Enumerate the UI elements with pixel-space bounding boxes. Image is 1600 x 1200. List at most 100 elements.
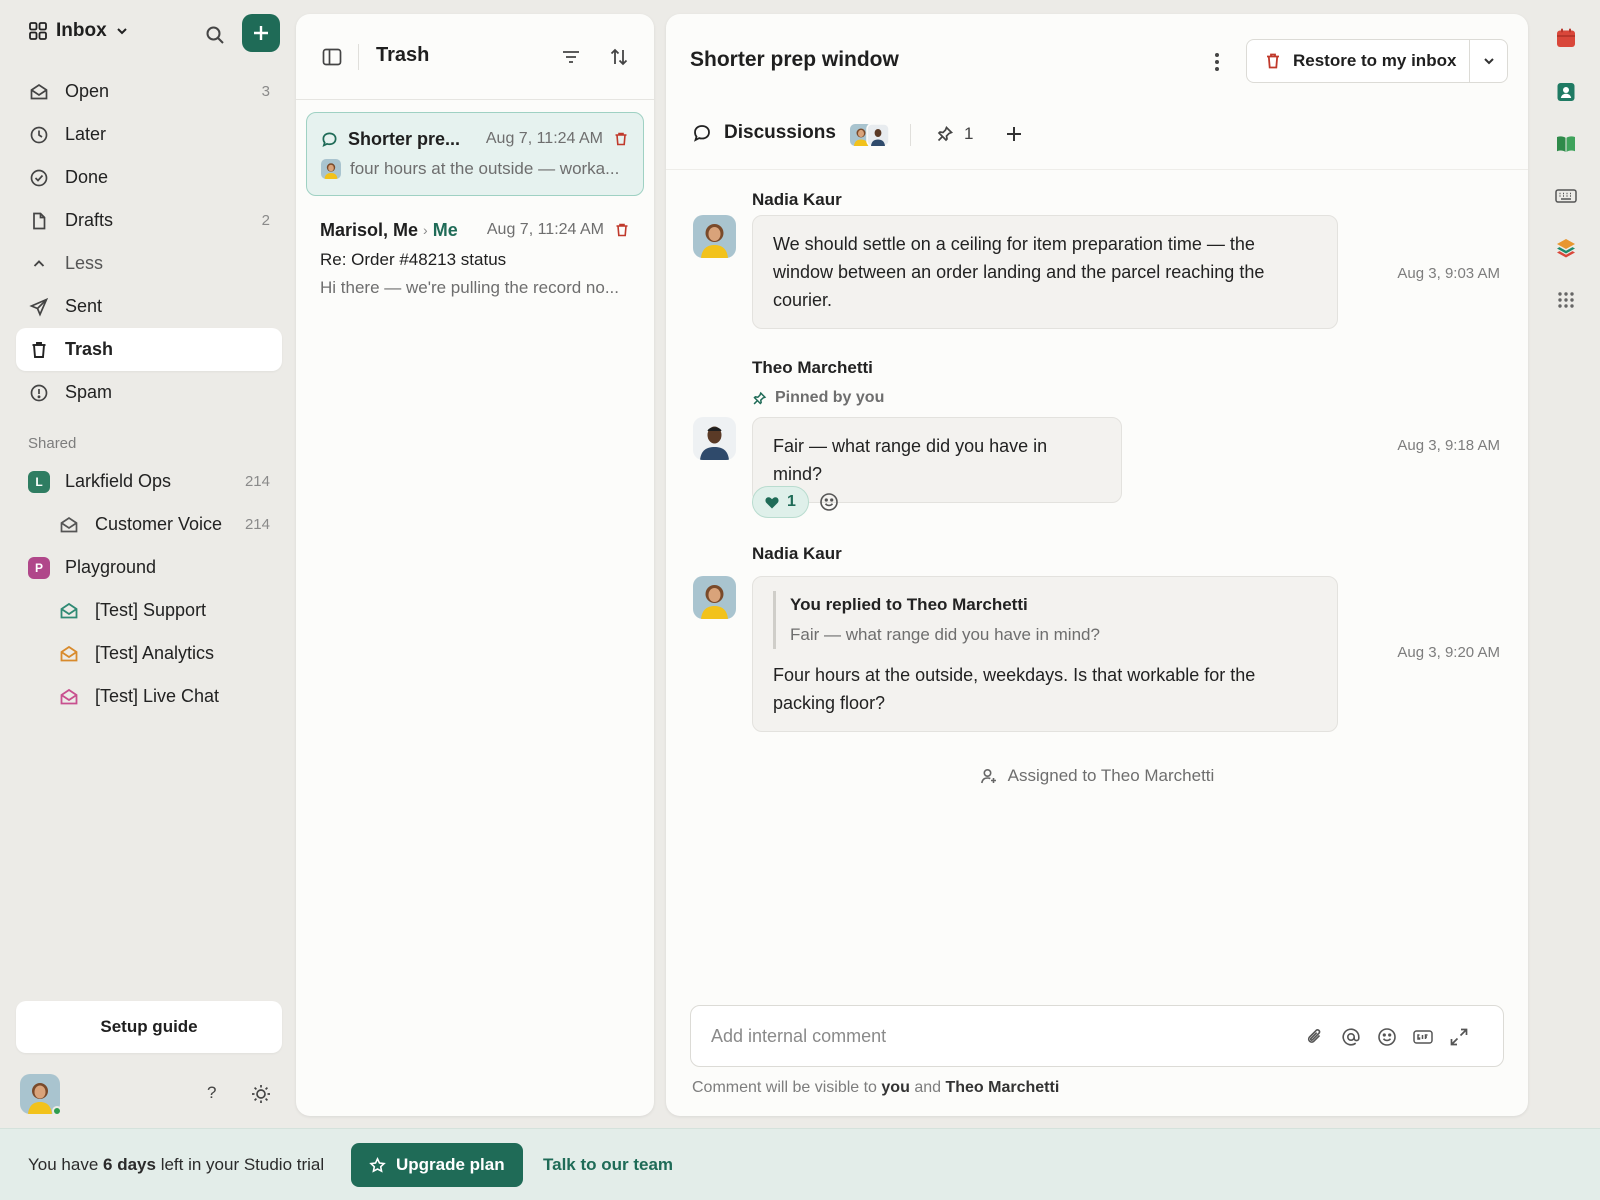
restore-button-group: Restore to my inbox: [1246, 39, 1508, 83]
apps-grid-icon[interactable]: [1554, 288, 1578, 312]
inbox-title: Inbox: [56, 20, 107, 41]
message-time: Aug 3, 9:20 AM: [1397, 644, 1500, 661]
expand-icon[interactable]: [1448, 1026, 1470, 1048]
divider: [358, 44, 359, 70]
participants-avatars[interactable]: [850, 124, 890, 146]
sort-icon[interactable]: [608, 46, 630, 68]
clock-icon: [28, 124, 50, 146]
divider: [910, 124, 911, 146]
nav-item-customer-voice[interactable]: Customer Voice 214: [16, 503, 282, 546]
chevron-down-icon: [115, 24, 129, 38]
nav-item-test-analytics[interactable]: [Test] Analytics: [16, 632, 282, 675]
heart-reaction[interactable]: 1: [752, 486, 809, 518]
pin-icon: [752, 391, 767, 406]
tab-discussions[interactable]: Discussions: [692, 122, 836, 144]
trial-banner: You have 6 days left in your Studio tria…: [0, 1128, 1600, 1200]
mention-icon[interactable]: [1340, 1026, 1362, 1048]
message-bubble: Fair — what range did you have in mind?: [752, 417, 1122, 503]
nav-item-sent[interactable]: Sent: [16, 285, 282, 328]
compose-button[interactable]: [242, 14, 280, 52]
nav-item-larkfield-ops[interactable]: L Larkfield Ops 214: [16, 460, 282, 503]
list-title: Trash: [376, 44, 430, 66]
send-icon: [28, 296, 50, 318]
more-options-icon[interactable]: [1206, 50, 1228, 74]
nav-item-done[interactable]: Done: [16, 156, 282, 199]
conversation-to: Me: [432, 219, 458, 240]
message-author: Nadia Kaur: [752, 190, 842, 209]
inbox-icon: [58, 686, 80, 708]
nav-item-trash[interactable]: Trash: [16, 328, 282, 371]
conversation-title: Shorter prep window: [690, 48, 899, 71]
nav-item-test-support[interactable]: [Test] Support: [16, 589, 282, 632]
chevron-down-icon[interactable]: [1469, 40, 1507, 82]
inbox-icon: [58, 600, 80, 622]
nav-item-open[interactable]: Open 3: [16, 70, 282, 113]
add-reaction-icon[interactable]: [818, 491, 840, 513]
avatar: [693, 576, 736, 619]
pinned-count-button[interactable]: 1: [936, 124, 973, 144]
emoji-icon[interactable]: [1376, 1026, 1398, 1048]
paperclip-icon[interactable]: [1304, 1026, 1326, 1048]
comment-composer[interactable]: Add internal comment: [690, 1005, 1504, 1067]
nav-item-drafts[interactable]: Drafts 2: [16, 199, 282, 242]
conversation-time: Aug 7, 11:24 AM: [486, 221, 604, 238]
upgrade-plan-button[interactable]: Upgrade plan: [351, 1143, 523, 1187]
trash-icon: [28, 339, 50, 361]
setup-guide-button[interactable]: Setup guide: [16, 1001, 282, 1053]
calendar-icon[interactable]: [1554, 26, 1578, 50]
restore-button[interactable]: Restore to my inbox: [1247, 40, 1469, 82]
chevron-up-icon: [28, 253, 50, 275]
conversation-item[interactable]: Marisol, Me › Me Aug 7, 11:24 AM Re: Ord…: [306, 204, 644, 314]
file-icon: [28, 210, 50, 232]
keyboard-icon[interactable]: [1554, 184, 1578, 208]
conversation-preview: Hi there — we're pulling the record no..…: [320, 278, 620, 297]
sidebar-toggle-icon[interactable]: [321, 46, 343, 68]
add-icon[interactable]: [1002, 122, 1026, 146]
alert-circle-icon: [28, 382, 50, 404]
nav-item-later[interactable]: Later: [16, 113, 282, 156]
team-badge: P: [28, 556, 50, 579]
avatar: [693, 417, 736, 460]
grid-icon: [28, 21, 48, 41]
conversation-time: Aug 7, 11:24 AM: [485, 130, 603, 147]
avatar: [693, 215, 736, 258]
message-time: Aug 3, 9:18 AM: [1397, 437, 1500, 454]
assignment-event: Assigned to Theo Marchetti: [666, 766, 1528, 786]
gif-icon[interactable]: [1412, 1026, 1434, 1048]
filter-icon[interactable]: [560, 46, 582, 68]
conversation-subject: Re: Order #48213 status: [320, 250, 507, 269]
conversation-from: Marisol, Me: [320, 219, 419, 240]
avatar: [321, 159, 341, 179]
inbox-icon: [58, 643, 80, 665]
nav-item-less[interactable]: Less: [16, 242, 282, 285]
layers-icon[interactable]: [1554, 236, 1578, 260]
nav-item-playground[interactable]: P Playground: [16, 546, 282, 589]
nav-item-spam[interactable]: Spam: [16, 371, 282, 414]
search-icon[interactable]: [204, 24, 228, 48]
message-author: Nadia Kaur: [752, 544, 842, 563]
conversation-subject: Shorter pre...: [348, 128, 461, 149]
trash-icon: [613, 131, 629, 147]
talk-to-team-link[interactable]: Talk to our team: [543, 1155, 673, 1175]
comment-placeholder: Add internal comment: [711, 1026, 887, 1046]
nav-list: Open 3 Later Done Drafts 2 Less Sent Tra…: [16, 70, 282, 718]
chevron-right-icon: ›: [423, 222, 428, 238]
sun-icon[interactable]: [250, 1083, 272, 1105]
help-button[interactable]: ?: [207, 1083, 216, 1103]
reply-quote: You replied to Theo Marchetti Fair — wha…: [773, 591, 1317, 649]
shared-section-label: Shared: [28, 435, 77, 452]
nav-item-test-live-chat[interactable]: [Test] Live Chat: [16, 675, 282, 718]
message-author: Theo Marchetti: [752, 358, 873, 377]
book-icon[interactable]: [1554, 132, 1578, 156]
message-bubble: You replied to Theo Marchetti Fair — wha…: [752, 576, 1338, 732]
pin-icon: [936, 125, 954, 143]
star-icon: [369, 1156, 386, 1174]
conversation-item[interactable]: Shorter pre... Aug 7, 11:24 AM four hour…: [306, 112, 644, 196]
trash-icon: [1265, 52, 1281, 70]
inbox-icon: [58, 514, 80, 536]
message-text: Four hours at the outside, weekdays. Is …: [773, 665, 1256, 713]
chat-bubble-icon: [692, 123, 712, 143]
sidebar: Inbox Open 3 Later Done Drafts 2 Less Se…: [0, 0, 290, 1128]
inbox-switcher[interactable]: Inbox: [28, 20, 129, 42]
contacts-icon[interactable]: [1554, 80, 1578, 104]
